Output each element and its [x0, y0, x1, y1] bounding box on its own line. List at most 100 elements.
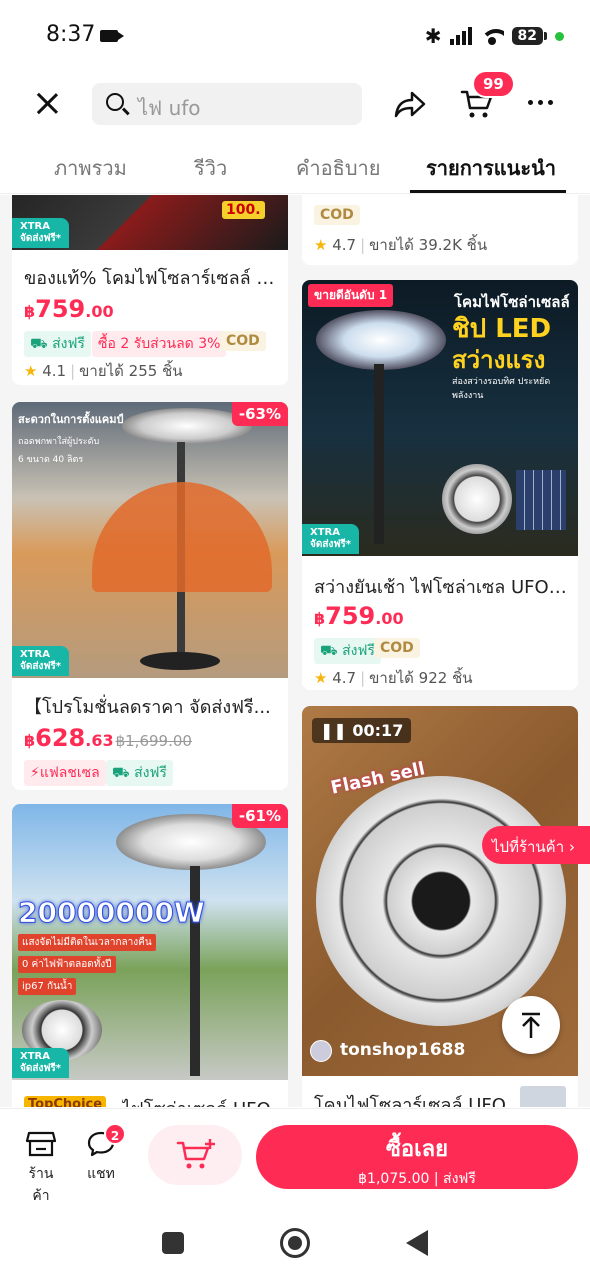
active-tab-indicator [410, 190, 566, 193]
signal-icon [449, 27, 472, 45]
product-price: ฿628.63 ฿1,699.00 [24, 724, 192, 752]
wattage-text: 20000000W [18, 896, 206, 930]
product-card[interactable]: สะดวกในการตั้งแคมป์ ถอดพกพาใส่ผู้ประดับ … [12, 402, 288, 790]
chat-badge: 2 [104, 1123, 126, 1145]
product-card[interactable]: 100. XTRA จัดส่งฟรี* ของแท้% โคมไฟโซลาร์เ… [12, 195, 288, 385]
xtra-label: XTRA [20, 649, 50, 660]
product-thumbnail [520, 1086, 566, 1107]
arrow-up-icon [522, 1012, 540, 1038]
search-value: ไฟ ufo [138, 96, 201, 120]
xtra-label: XTRA [20, 221, 50, 232]
product-card[interactable]: 20000000W แสงจัดไม่มีติดในเวลากลางคืน 0 … [12, 804, 288, 1107]
price-integer: 759 [35, 295, 86, 323]
product-rating: ★ 4.7 | ขายได้ 39.2K ชิ้น [314, 236, 488, 254]
shop-icon [25, 1131, 57, 1157]
product-title: สว่างยันเช้า ไฟโซล่าเซล UFO S... [314, 577, 570, 598]
xtra-free-shipping-badge: XTRA จัดส่งฟรี* [302, 524, 360, 554]
product-card[interactable]: COD ★ 4.7 | ขายได้ 39.2K ชิ้น [302, 195, 578, 265]
ufo-lamp-image [316, 310, 446, 370]
back-icon[interactable] [406, 1230, 428, 1256]
tab-recommended[interactable]: รายการแนะนำ [426, 152, 556, 184]
chip-label: ส่งฟรี [52, 336, 85, 352]
recent-apps-icon[interactable] [162, 1232, 184, 1254]
price-integer: 759 [325, 602, 376, 630]
star-icon: ★ [24, 362, 38, 380]
image-subtext: ส่องสว่างรอบทิศ ประหยัดพลังงาน [452, 377, 551, 401]
privacy-dot-icon [555, 31, 564, 41]
discount-chip: ซื้อ 2 รับส่วนลด 3% [92, 331, 227, 357]
top-bar: ไฟ ufo 99 [0, 70, 590, 136]
free-shipping-label: จัดส่งฟรี* [310, 539, 352, 550]
product-image: 20000000W แสงจัดไม่มีติดในเวลากลางคืน 0 … [12, 804, 288, 1080]
bluetooth-icon: ✱ [424, 24, 442, 48]
price-decimal: .00 [85, 302, 114, 321]
free-shipping-chip: ⛟ ส่งฟรี [24, 331, 91, 357]
product-title: ไฟโซล่าเซลล์ UFO [122, 1094, 282, 1107]
tab-bar: ภาพรวม รีวิว คำอธิบาย รายการแนะนำ [0, 142, 590, 194]
chip-label: ส่งฟรี [342, 643, 375, 659]
image-heading: สะดวกในการตั้งแคมป์ [18, 413, 124, 426]
free-shipping-chip: ⛟ ส่งฟรี [106, 760, 173, 786]
free-shipping-chip: ⛟ ส่งฟรี [314, 638, 381, 664]
lamp-base [140, 652, 220, 670]
free-shipping-label: จัดส่งฟรี* [20, 661, 62, 672]
banner-price: 100. [222, 201, 265, 219]
star-icon: ★ [314, 669, 328, 687]
product-rating: ★ 4.7 | ขายได้ 922 ชิ้น [314, 669, 473, 687]
xtra-free-shipping-badge: XTRA จัดส่งฟรี* [12, 646, 70, 676]
free-shipping-label: จัดส่งฟรี* [20, 1063, 62, 1074]
product-card[interactable]: ขายดีอันดับ 1 โคมไฟโซล่าเซลล์ ชิป LED สว… [302, 280, 578, 690]
price-decimal: .00 [375, 609, 404, 628]
image-subtext: 0 ค่าไฟฟ้าตลอดทั้งปี [18, 956, 116, 973]
tab-reviews[interactable]: รีวิว [194, 152, 227, 184]
shop-label: ร้านค้า [28, 1166, 54, 1204]
video-camera-icon [100, 30, 124, 42]
xtra-label: XTRA [20, 1051, 50, 1062]
star-icon: ★ [314, 236, 328, 254]
image-subtext: ip67 กันน้ำ [18, 978, 77, 995]
shop-button[interactable]: ร้านค้า [20, 1129, 62, 1207]
tab-overview[interactable]: ภาพรวม [54, 152, 127, 184]
system-navigation-bar [0, 1208, 590, 1280]
status-time: 8:37 [46, 22, 96, 47]
xtra-free-shipping-badge: XTRA จัดส่งฟรี* [12, 1048, 70, 1078]
battery-indicator: 82 [511, 27, 548, 45]
search-input[interactable]: ไฟ ufo [92, 83, 362, 125]
share-icon[interactable] [394, 90, 426, 118]
flash-sale-chip: ⚡แฟลชเซล [24, 760, 106, 786]
product-rating: ★ 4.1 | ขายได้ 255 ชิ้น [24, 362, 183, 380]
image-subtext: แสงจัดไม่มีติดในเวลากลางคืน [18, 934, 156, 951]
chat-label: แชท [87, 1166, 115, 1182]
lamp-top-view [442, 464, 512, 534]
sold-count: ขายได้ 922 ชิ้น [369, 669, 473, 687]
go-to-shop-button[interactable]: ไปที่ร้านค้า › [482, 826, 590, 864]
buy-now-button[interactable]: ซื้อเลย ฿1,075.00 | ส่งฟรี [256, 1125, 578, 1189]
price-integer: 628 [35, 724, 86, 752]
add-cart-icon [176, 1139, 215, 1169]
product-title: ของแท้% โคมไฟโซลาร์เซลล์ UF... [24, 268, 280, 289]
cod-chip: COD [374, 638, 420, 658]
bottom-action-bar: ร้านค้า แชท 2 ซื้อเลย ฿1,075.00 | ส่งฟรี [0, 1108, 590, 1208]
cod-chip: COD [314, 205, 360, 225]
rating-value: 4.1 [42, 362, 67, 380]
tab-description[interactable]: คำอธิบาย [296, 152, 380, 184]
scroll-to-top-button[interactable] [502, 996, 560, 1054]
shop-name: tonshop1688 [340, 1040, 466, 1060]
sold-count: ขายได้ 255 ชิ้น [79, 362, 183, 380]
add-to-cart-button[interactable] [148, 1125, 242, 1185]
close-icon[interactable] [36, 92, 58, 114]
xtra-free-shipping-badge: XTRA จัดส่งฟรี* [12, 218, 70, 248]
original-price: ฿1,699.00 [115, 732, 192, 750]
product-feed[interactable]: 100. XTRA จัดส่งฟรี* ของแท้% โคมไฟโซลาร์เ… [0, 195, 590, 1107]
wifi-icon [479, 27, 504, 45]
cod-chip: COD [220, 331, 266, 351]
best-seller-badge: ขายดีอันดับ 1 [308, 284, 394, 307]
home-icon[interactable] [280, 1228, 310, 1258]
lamp-pole [374, 364, 384, 544]
video-duration: ❚❚ 00:17 [312, 718, 412, 743]
cart-count-badge: 99 [472, 70, 515, 98]
more-options-icon[interactable] [528, 100, 553, 105]
brand-badge: TopChoice [24, 1096, 107, 1107]
chevron-right-icon: › [568, 838, 575, 856]
chip-label: ส่งฟรี [134, 765, 167, 781]
